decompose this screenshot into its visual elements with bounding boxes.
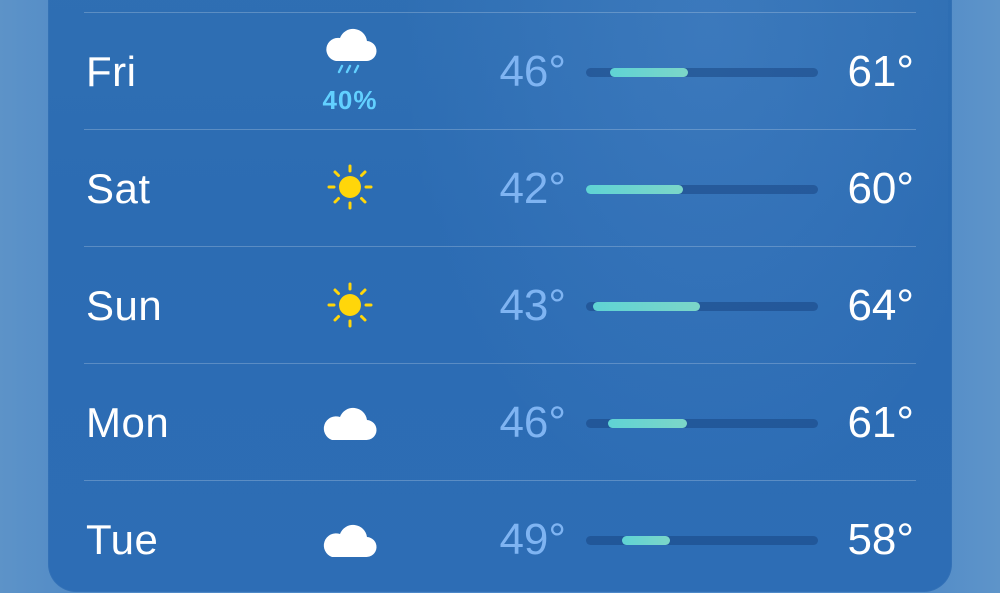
day-label: Fri [86, 47, 137, 95]
weather-icon-cell [320, 481, 380, 593]
cloud-rain-icon [326, 28, 377, 74]
high-temp: 58° [847, 514, 914, 564]
precip-chance: 40% [322, 85, 378, 115]
temp-range-bar [586, 184, 818, 194]
sun-icon [327, 282, 373, 328]
weather-icon-cell [320, 130, 380, 247]
forecast-row-sat[interactable]: Sat 42° 60° [84, 130, 916, 247]
weather-icon-cell [320, 364, 380, 481]
temp-range-bar [586, 418, 818, 428]
day-label: Mon [86, 398, 170, 446]
low-temp: 46° [499, 46, 566, 96]
day-label: Tue [86, 515, 159, 563]
temp-range-fill [592, 301, 701, 311]
forecast-row-sun[interactable]: Sun 43° 64° [84, 247, 916, 364]
temp-range-fill [621, 535, 670, 545]
low-temp: 46° [499, 397, 566, 447]
temp-range-bar [586, 67, 818, 77]
high-temp: 61° [847, 397, 914, 447]
cloud-icon [323, 407, 377, 441]
forecast-row-tue[interactable]: Tue 49° 58° [84, 481, 916, 593]
high-temp: 64° [847, 280, 914, 330]
temp-range-bar [586, 535, 818, 545]
temp-range-fill [586, 184, 683, 194]
weather-icon-cell: 40% [320, 13, 380, 130]
day-label: Sat [86, 164, 151, 212]
sun-icon [327, 164, 373, 210]
temp-range-fill [609, 67, 689, 77]
low-temp: 49° [499, 514, 566, 564]
temp-range-fill [608, 418, 687, 428]
high-temp: 61° [847, 46, 914, 96]
temp-range-bar [586, 301, 818, 311]
cloud-icon [323, 524, 377, 558]
day-label: Sun [86, 281, 163, 329]
forecast-row-mon[interactable]: Mon 46° 61° [84, 364, 916, 481]
forecast-row-fri[interactable]: Fri 40% 46° 61° [84, 13, 916, 130]
low-temp: 42° [499, 163, 566, 213]
low-temp: 43° [499, 280, 566, 330]
weather-icon-cell [320, 247, 380, 364]
high-temp: 60° [847, 163, 914, 213]
